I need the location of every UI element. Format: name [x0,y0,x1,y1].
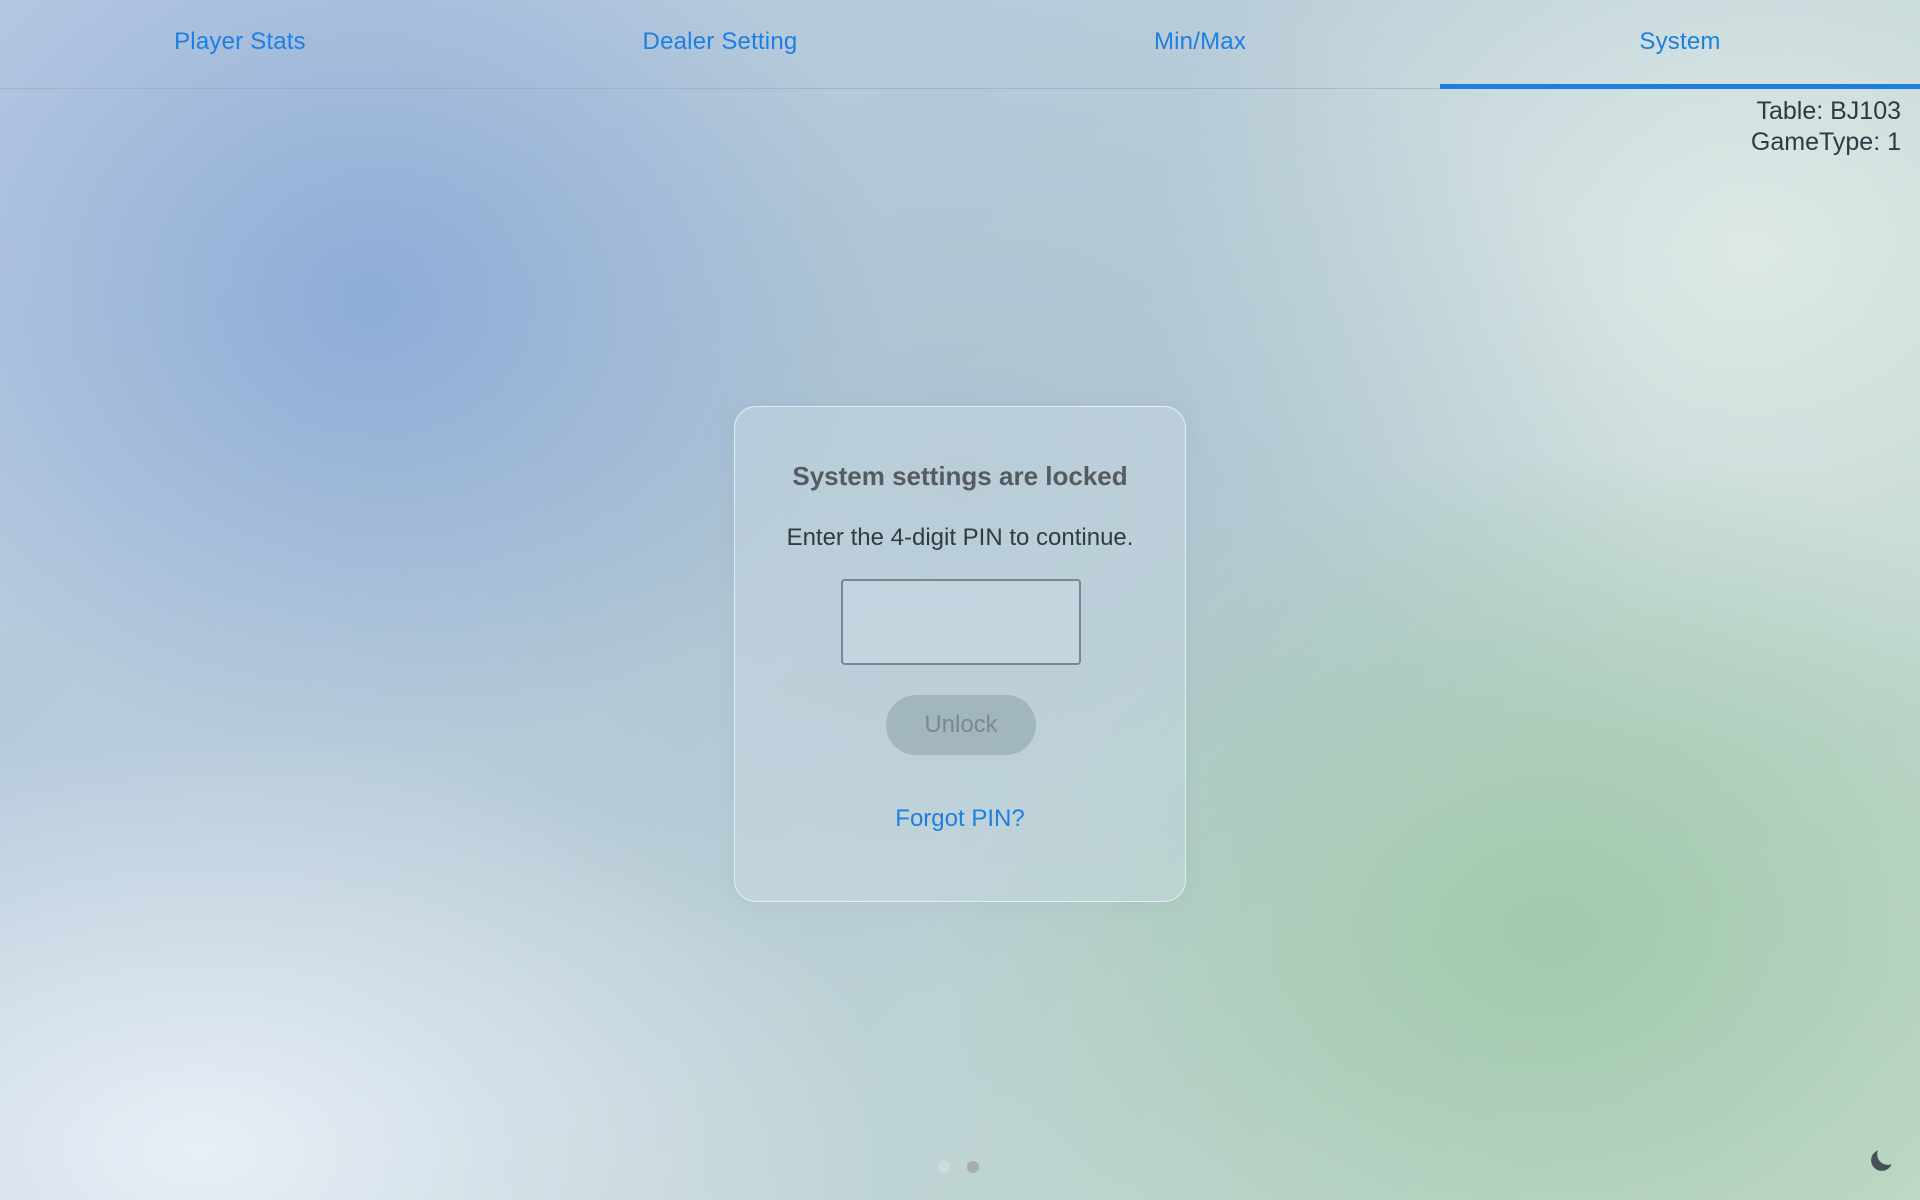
lock-title: System settings are locked [792,461,1128,491]
table-info: Table: BJ103 GameType: 1 [1751,96,1901,158]
game-type: GameType: 1 [1750,128,1901,156]
tab-bar: Player Stats Dealer Setting Min/Max Syst… [0,0,1920,89]
tab-system[interactable]: System [1440,0,1920,89]
tab-player-stats[interactable]: Player Stats [0,0,480,88]
tab-indicator [1440,84,1920,89]
pin-input[interactable] [841,579,1081,665]
pin-lock-card: System settings are locked Enter the 4-d… [734,406,1186,902]
tab-label: System [1639,28,1721,55]
page-dot-2[interactable] [967,1161,979,1173]
unlock-button[interactable]: Unlock [886,695,1036,755]
page-indicator [938,1161,979,1173]
table-id: Table: BJ103 [1756,97,1901,125]
tab-label: Min/Max [1153,28,1247,55]
forgot-pin-link[interactable]: Forgot PIN? [735,805,1185,833]
tab-min-max[interactable]: Min/Max [960,0,1440,88]
tab-dealer-setting[interactable]: Dealer Setting [480,0,960,88]
moon-icon [1871,1150,1892,1171]
theme-toggle-button[interactable] [1866,1146,1896,1176]
lock-subtitle: Enter the 4-digit PIN to continue. [786,524,1134,551]
tab-label: Player Stats [174,28,306,55]
tab-label: Dealer Setting [642,28,798,55]
page-dot-1[interactable] [938,1161,950,1173]
